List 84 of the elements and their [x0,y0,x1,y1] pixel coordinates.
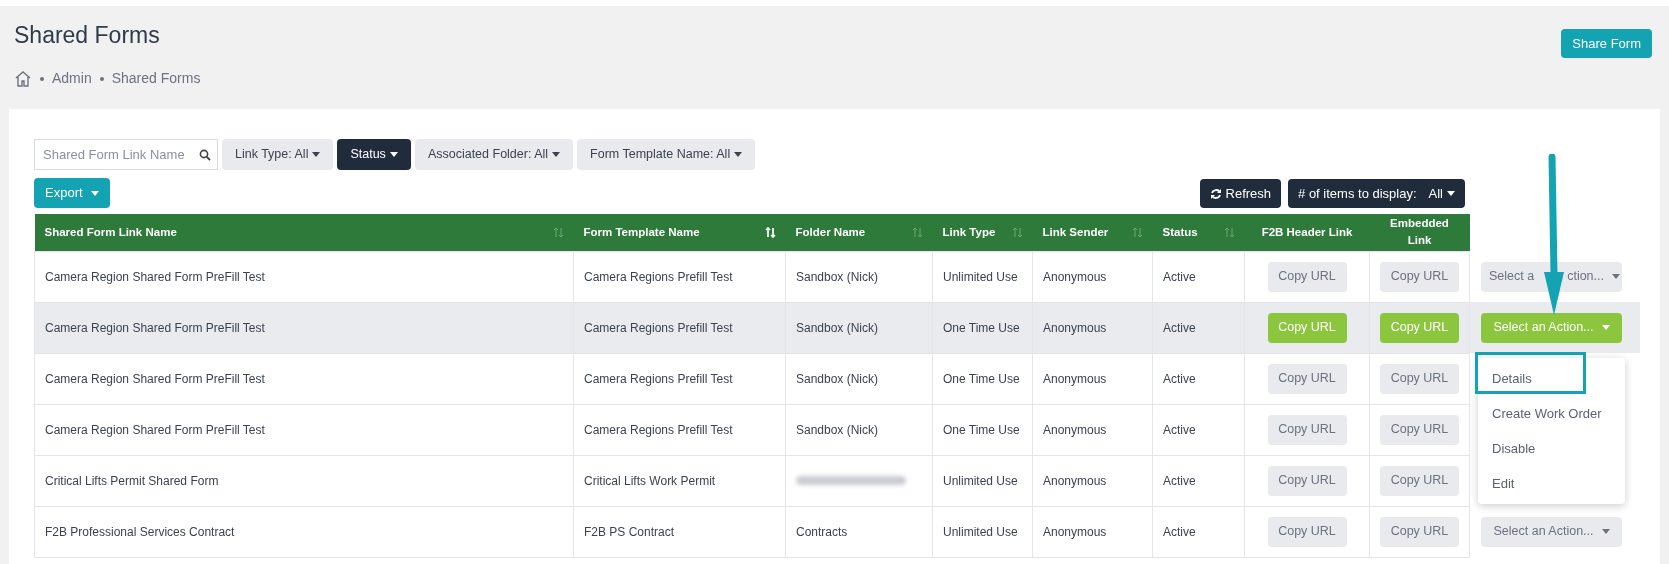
filter-dropdown[interactable]: Link Type: All [222,139,334,170]
table-cell: Camera Regions Prefill Test [573,302,786,353]
page-title: Shared Forms [14,21,161,50]
caret-icon [552,152,561,157]
table-cell: Critical Lifts Work Permit [573,455,786,506]
separator-icon [99,76,104,81]
column-header[interactable]: Link Sender [1032,214,1153,251]
table-cell: Unlimited Use [932,251,1033,302]
copy-url-button[interactable]: Copy URL [1267,414,1347,445]
table-cell: F2B Professional Services Contract [34,506,574,557]
table-cell: Active [1152,251,1245,302]
caret-icon [389,152,398,157]
copy-url-button[interactable]: Copy URL [1267,465,1347,496]
table-cell: Camera Region Shared Form PreFill Test [34,404,574,455]
home-icon[interactable] [14,70,32,87]
table-cell: Active [1152,506,1245,557]
table-cell: Unlimited Use [932,506,1033,557]
table-cell: Unlimited Use [932,455,1033,506]
share-form-button[interactable]: Share Form [1561,29,1652,58]
column-header[interactable]: Status [1152,214,1245,251]
table-cell: Active [1152,455,1245,506]
table-cell: Anonymous [1032,506,1153,557]
table-cell: Active [1152,353,1245,404]
table-cell: Camera Regions Prefill Test [573,353,786,404]
export-button[interactable]: Export [34,178,110,208]
table-cell: Anonymous [1032,455,1153,506]
refresh-icon [1209,187,1222,200]
column-header: F2B Header Link [1244,214,1370,251]
caret-icon [1601,529,1610,534]
search-field[interactable]: Shared Form Link Name [34,139,218,170]
table-cell: F2B PS Contract [573,506,786,557]
breadcrumb-link[interactable]: Admin [52,68,92,89]
table-cell: Contracts [785,506,933,557]
caret-icon [90,190,99,196]
copy-url-button[interactable]: Copy URL [1267,516,1347,547]
copy-url-button[interactable]: Copy URL [1380,414,1459,445]
table-cell: Active [1152,404,1245,455]
table-cell: Camera Regions Prefill Test [573,251,786,302]
table-cell: Camera Region Shared Form PreFill Test [34,302,574,353]
caret-icon [1447,191,1455,196]
copy-url-button[interactable]: Copy URL [1380,363,1459,394]
copy-url-button[interactable]: Copy URL [1380,465,1459,496]
copy-url-button[interactable]: Copy URL [1267,261,1347,292]
table-cell: Anonymous [1032,353,1153,404]
table-cell: One Time Use [932,302,1033,353]
filter-dropdown[interactable]: Associated Folder: All [414,139,574,170]
column-header[interactable]: Folder Name [785,214,933,251]
table-cell: Camera Region Shared Form PreFill Test [34,251,574,302]
refresh-button[interactable]: Refresh [1199,179,1282,208]
caret-icon [734,152,743,157]
column-header[interactable]: Shared Form Link Name [34,214,574,251]
table-cell: Sandbox (Nick) [785,251,933,302]
table-cell: Sandbox (Nick) [785,302,933,353]
table-cell: Sandbox (Nick) [785,404,933,455]
action-dropdown[interactable]: Select a ction... [1481,261,1622,292]
items-per-page-dropdown[interactable]: # of items to display: All [1288,179,1465,208]
caret-icon [1601,325,1610,330]
table-cell: Camera Region Shared Form PreFill Test [34,353,574,404]
column-header[interactable]: Link Type [932,214,1033,251]
table-cell: One Time Use [932,353,1033,404]
filter-dropdown[interactable]: Form Template Name: All [577,139,756,170]
separator-icon [40,76,44,81]
table-cell: Camera Regions Prefill Test [573,404,786,455]
search-icon [199,149,211,161]
column-header: Embedded Link [1369,214,1470,251]
menu-item[interactable]: Details [1492,368,1532,389]
table-cell: Anonymous [1032,251,1153,302]
menu-item[interactable]: Create Work Order [1492,403,1602,424]
copy-url-button[interactable]: Copy URL [1380,516,1459,547]
table-cell: Anonymous [1032,302,1153,353]
action-dropdown[interactable]: Select an Action... [1481,516,1622,547]
filter-dropdown[interactable]: Status [337,139,411,170]
copy-url-button[interactable]: Copy URL [1380,261,1459,292]
table-row[interactable]: Camera Region Shared Form PreFill Test Camera Regions Prefill Test Sandbox (Nick) Unlimited Use Anonymous Active Copy URL Copy URL Select a ction... [34,251,1640,302]
column-header[interactable]: Form Template Name [573,214,786,251]
copy-url-button[interactable]: Copy URL [1267,363,1347,394]
caret-icon [1612,274,1620,279]
menu-item[interactable]: Edit [1492,473,1515,494]
caret-icon [312,152,321,157]
table-cell: Anonymous [1032,404,1153,455]
table-cell: Critical Lifts Permit Shared Form [34,455,574,506]
table-cell: Active [1152,302,1245,353]
table-cell: One Time Use [932,404,1033,455]
table-cell: Sandbox (Nick) [785,353,933,404]
